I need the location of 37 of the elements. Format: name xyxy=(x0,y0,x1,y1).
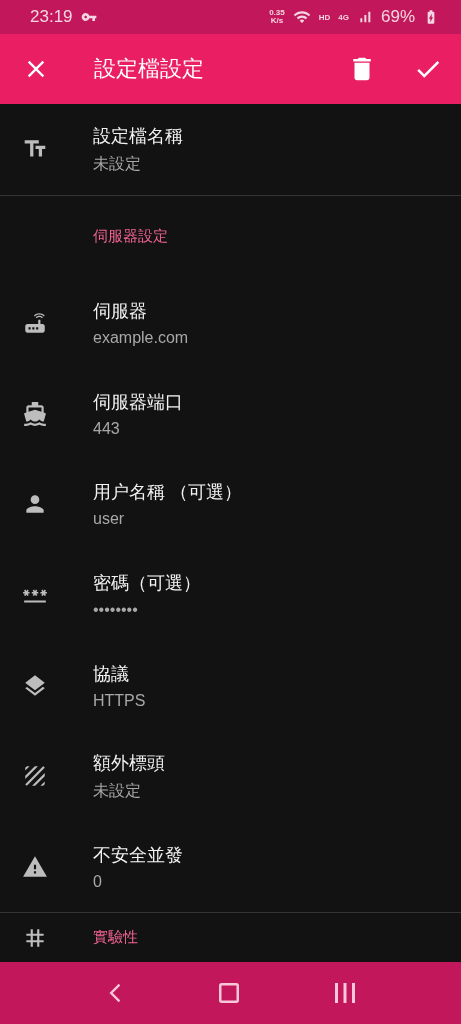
setting-value: •••••••• xyxy=(93,600,139,619)
setting-value: 未設定 xyxy=(93,153,142,174)
settings-row[interactable]: 伺服器 example.com xyxy=(0,277,461,369)
recents-icon xyxy=(332,982,357,1004)
setting-value: 443 xyxy=(93,419,121,438)
settings-row[interactable]: 設定檔名稱 未設定 xyxy=(0,104,461,195)
setting-title: 伺服器 xyxy=(93,299,148,323)
settings-row[interactable]: 不安全並發 0 xyxy=(0,821,461,913)
setting-value: example.com xyxy=(93,328,189,347)
settings-row[interactable]: 密碼（可選） •••••••• xyxy=(0,549,461,641)
setting-value: 未設定 xyxy=(93,780,142,801)
settings-row[interactable]: 用户名稱 （可選） user xyxy=(0,458,461,550)
setting-title: 伺服器端口 xyxy=(93,390,183,414)
setting-title: 設定檔名稱 xyxy=(93,124,183,148)
setting-title: 密碼（可選） xyxy=(93,571,201,595)
settings-row[interactable]: 協議 HTTPS xyxy=(0,640,461,731)
setting-title: 不安全並發 xyxy=(93,843,183,867)
setting-value: 0 xyxy=(93,872,103,891)
boat-icon xyxy=(22,400,48,427)
clock: 23:19 xyxy=(30,7,73,27)
screen-title: 設定檔設定 xyxy=(94,55,205,83)
section-header: 伺服器設定 xyxy=(93,227,168,247)
section-header: 實驗性 xyxy=(93,928,138,948)
setting-value: user xyxy=(93,510,126,529)
wifi-icon xyxy=(292,8,311,26)
setting-title: 協議 xyxy=(93,662,130,686)
recents-button[interactable] xyxy=(332,982,357,1004)
setting-value: HTTPS xyxy=(93,691,146,710)
speed-value: 0.35 xyxy=(269,9,285,17)
setting-title: 用户名稱 （可選） xyxy=(93,481,242,505)
hd-label: HD xyxy=(318,12,331,22)
settings-row[interactable]: 伺服器端口 443 xyxy=(0,368,461,459)
battery-percent: 69% xyxy=(380,7,415,27)
settings-row[interactable]: 額外標頭 未設定 xyxy=(0,730,461,822)
speed-unit: K/s xyxy=(270,17,284,25)
setting-title: 額外標頭 xyxy=(93,751,165,775)
network-label: 4G xyxy=(338,12,349,22)
